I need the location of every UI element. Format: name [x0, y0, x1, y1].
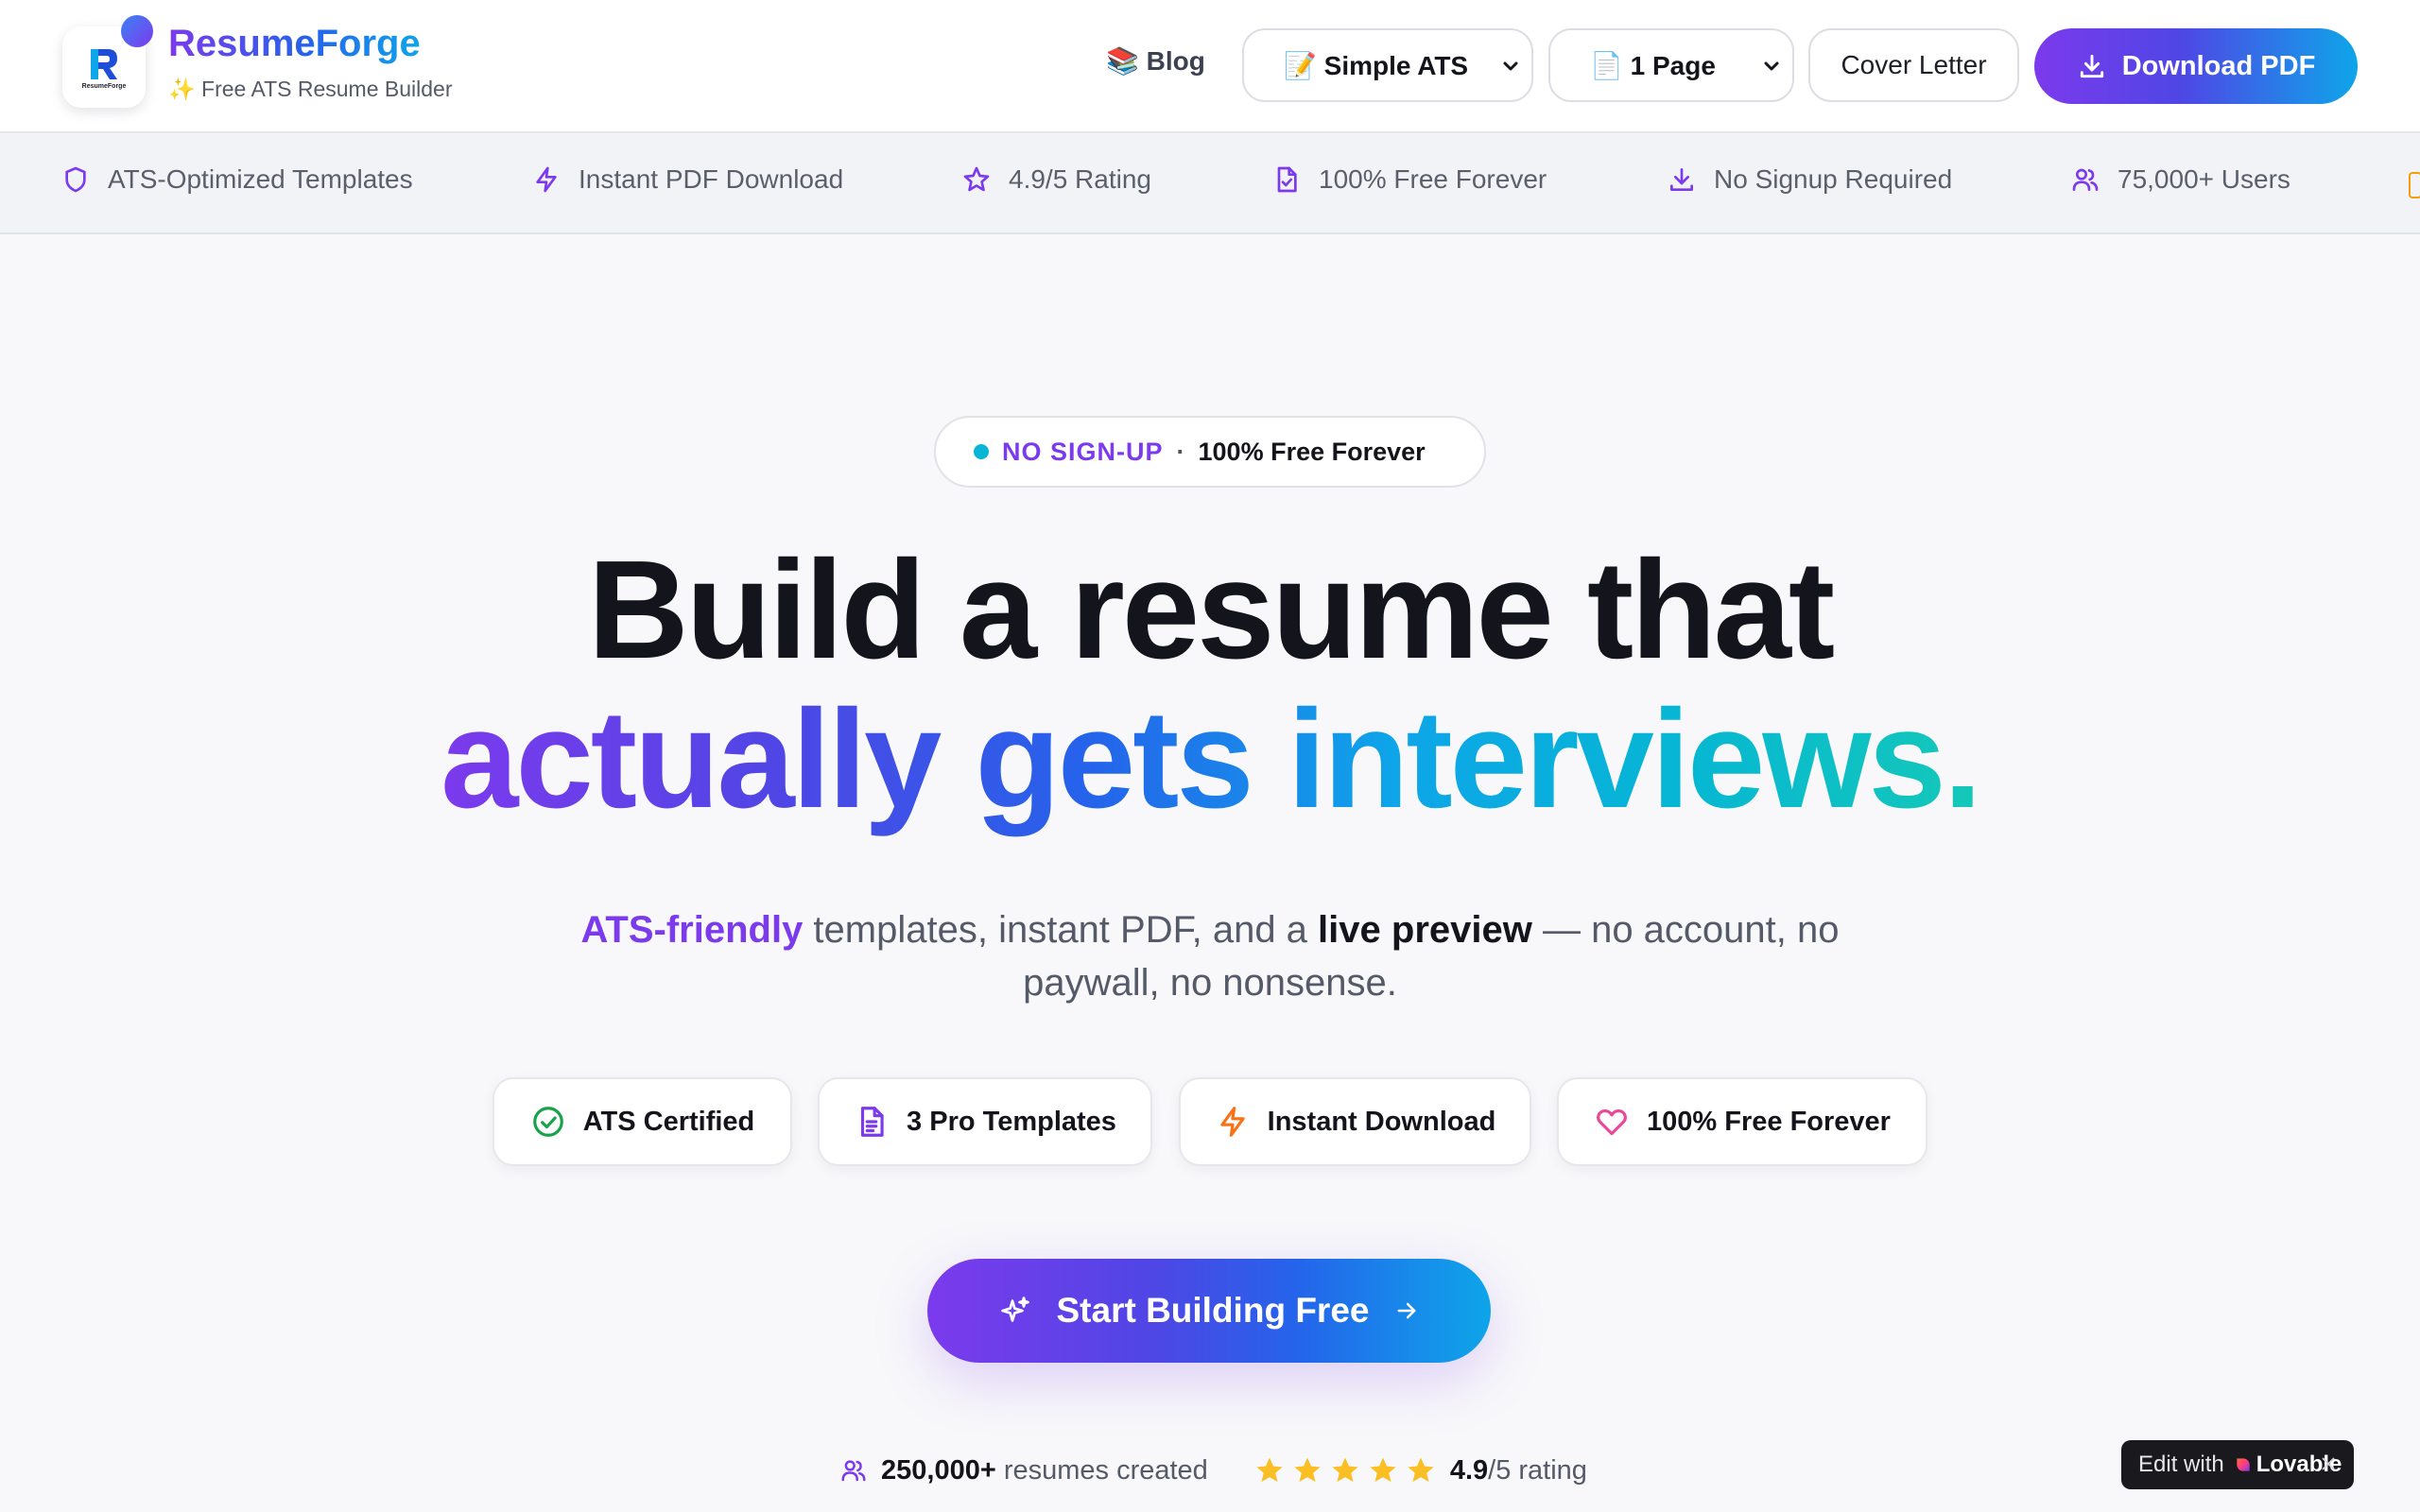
start-building-button[interactable]: Start Building Free: [927, 1259, 1491, 1363]
rating-value: 4.9: [1449, 1454, 1489, 1486]
chip-label: 100% Free Forever: [1647, 1106, 1891, 1137]
strip-item-users: 75,000+ Users: [2070, 164, 2290, 195]
strip-item-label: 4.9/5 Rating: [1009, 164, 1151, 194]
social-proof: 250,000+ resumes created 4.9/5 rating: [839, 1452, 1587, 1489]
brand-name[interactable]: ResumeForge: [168, 23, 421, 65]
star-icon: [1256, 1457, 1283, 1483]
hero-badge: NO SIGN-UP · 100% Free Forever: [934, 416, 1486, 488]
logo-r-icon: [91, 49, 117, 79]
feature-strip: ATS-Optimized Templates Instant PDF Down…: [0, 134, 2420, 234]
subtitle-text-1: templates, instant PDF, and a: [803, 909, 1319, 951]
subtitle-highlight-preview: live preview: [1318, 909, 1532, 951]
header: ResumeForge ResumeForge ✨ Free ATS Resum…: [0, 0, 2420, 133]
pages-select[interactable]: 📄 1 Page: [1548, 28, 1794, 102]
download-pdf-label: Download PDF: [2121, 50, 2316, 81]
lightning-icon: [536, 166, 557, 193]
strip-item-label: ATS-Optimized Templates: [108, 164, 413, 194]
chip-templates: 3 Pro Templates: [818, 1077, 1152, 1166]
hero-badge-primary: NO SIGN-UP: [1002, 437, 1164, 466]
stat-resumes-text: resumes created: [995, 1454, 1208, 1486]
file-check-icon: [1277, 166, 1297, 193]
star-icon: [1332, 1457, 1358, 1483]
start-building-label: Start Building Free: [1056, 1291, 1370, 1330]
pages-select-value: 📄 1 Page: [1590, 50, 1716, 80]
chip-label: 3 Pro Templates: [907, 1106, 1116, 1137]
lovable-heart-icon: [2237, 1458, 2250, 1471]
star-icon: [1370, 1457, 1396, 1483]
hero-badge-separator: ·: [1176, 437, 1185, 466]
arrow-right-icon: [1398, 1302, 1416, 1319]
hero-title-gradient: actually gets interviews.: [441, 681, 1982, 837]
strip-item-nosignup: No Signup Required: [1667, 164, 1952, 195]
chip-ats-certified: ATS Certified: [493, 1077, 792, 1166]
hero-title-line2: actually gets interviews.: [0, 690, 2420, 830]
nav-blog-link[interactable]: 📚 Blog: [1106, 45, 1205, 77]
rating-text: /5 rating: [1488, 1454, 1587, 1486]
status-dot: [974, 444, 989, 459]
strip-item-label: Instant PDF Download: [579, 164, 844, 194]
cover-letter-button[interactable]: Cover Letter: [1808, 28, 2019, 102]
chevron-down-icon: [1764, 61, 1779, 71]
chip-free-forever: 100% Free Forever: [1557, 1077, 1927, 1166]
subtitle-highlight-ats: ATS-friendly: [580, 909, 804, 951]
chevron-down-icon: [1503, 61, 1518, 71]
star-icon: [963, 166, 990, 192]
stat-resumes-count: 250,000+: [881, 1454, 996, 1486]
download-icon: [2080, 54, 2103, 78]
close-icon[interactable]: [2318, 1453, 2339, 1474]
lovable-badge[interactable]: Edit with Lovable: [2121, 1440, 2354, 1489]
strip-item-label: 75,000+ Users: [2118, 164, 2290, 194]
document-icon: [860, 1107, 884, 1137]
heart-icon: [1597, 1108, 1627, 1136]
strip-item-ats: ATS-Optimized Templates: [60, 164, 413, 195]
users-icon: [841, 1460, 866, 1482]
rating-stars: [1253, 1454, 1437, 1486]
sparkles-icon: [1000, 1297, 1029, 1322]
chip-instant-download: Instant Download: [1179, 1077, 1531, 1166]
check-circle-icon: [532, 1107, 563, 1137]
star-icon: [1408, 1457, 1434, 1483]
hero-title-line1: Build a resume that: [587, 532, 1835, 688]
template-select-value: 📝 Simple ATS: [1284, 50, 1469, 80]
users-icon: [2072, 168, 2099, 191]
download-icon: [1670, 168, 1693, 191]
strip-item-free: 100% Free Forever: [1271, 164, 1547, 195]
stat-resumes: 250,000+ resumes created: [839, 1455, 1208, 1486]
hero-badge-secondary: 100% Free Forever: [1198, 437, 1426, 466]
lovable-edit-label: Edit with: [2138, 1452, 2224, 1477]
shield-icon: [65, 166, 86, 193]
brand-tagline: ✨ Free ATS Resume Builder: [168, 77, 453, 101]
hero-subtitle: ATS-friendly templates, instant PDF, and…: [548, 903, 1872, 1009]
chip-label: Instant Download: [1267, 1106, 1496, 1137]
chip-label: ATS Certified: [582, 1106, 755, 1137]
logo-dot-decoration: [121, 15, 153, 47]
strip-item-label: 100% Free Forever: [1319, 164, 1547, 194]
strip-item-instant: Instant PDF Download: [531, 164, 843, 195]
lightning-icon: [1219, 1107, 1245, 1137]
download-pdf-button[interactable]: Download PDF: [2034, 28, 2358, 104]
logo-text: ResumeForge: [81, 83, 127, 90]
strip-item-label: No Signup Required: [1714, 164, 1953, 194]
star-icon: [1294, 1457, 1321, 1483]
strip-item-rating: 4.9/5 Rating: [961, 164, 1151, 195]
template-select[interactable]: 📝 Simple ATS: [1242, 28, 1533, 102]
strip-overflow-icon: [2409, 172, 2420, 198]
